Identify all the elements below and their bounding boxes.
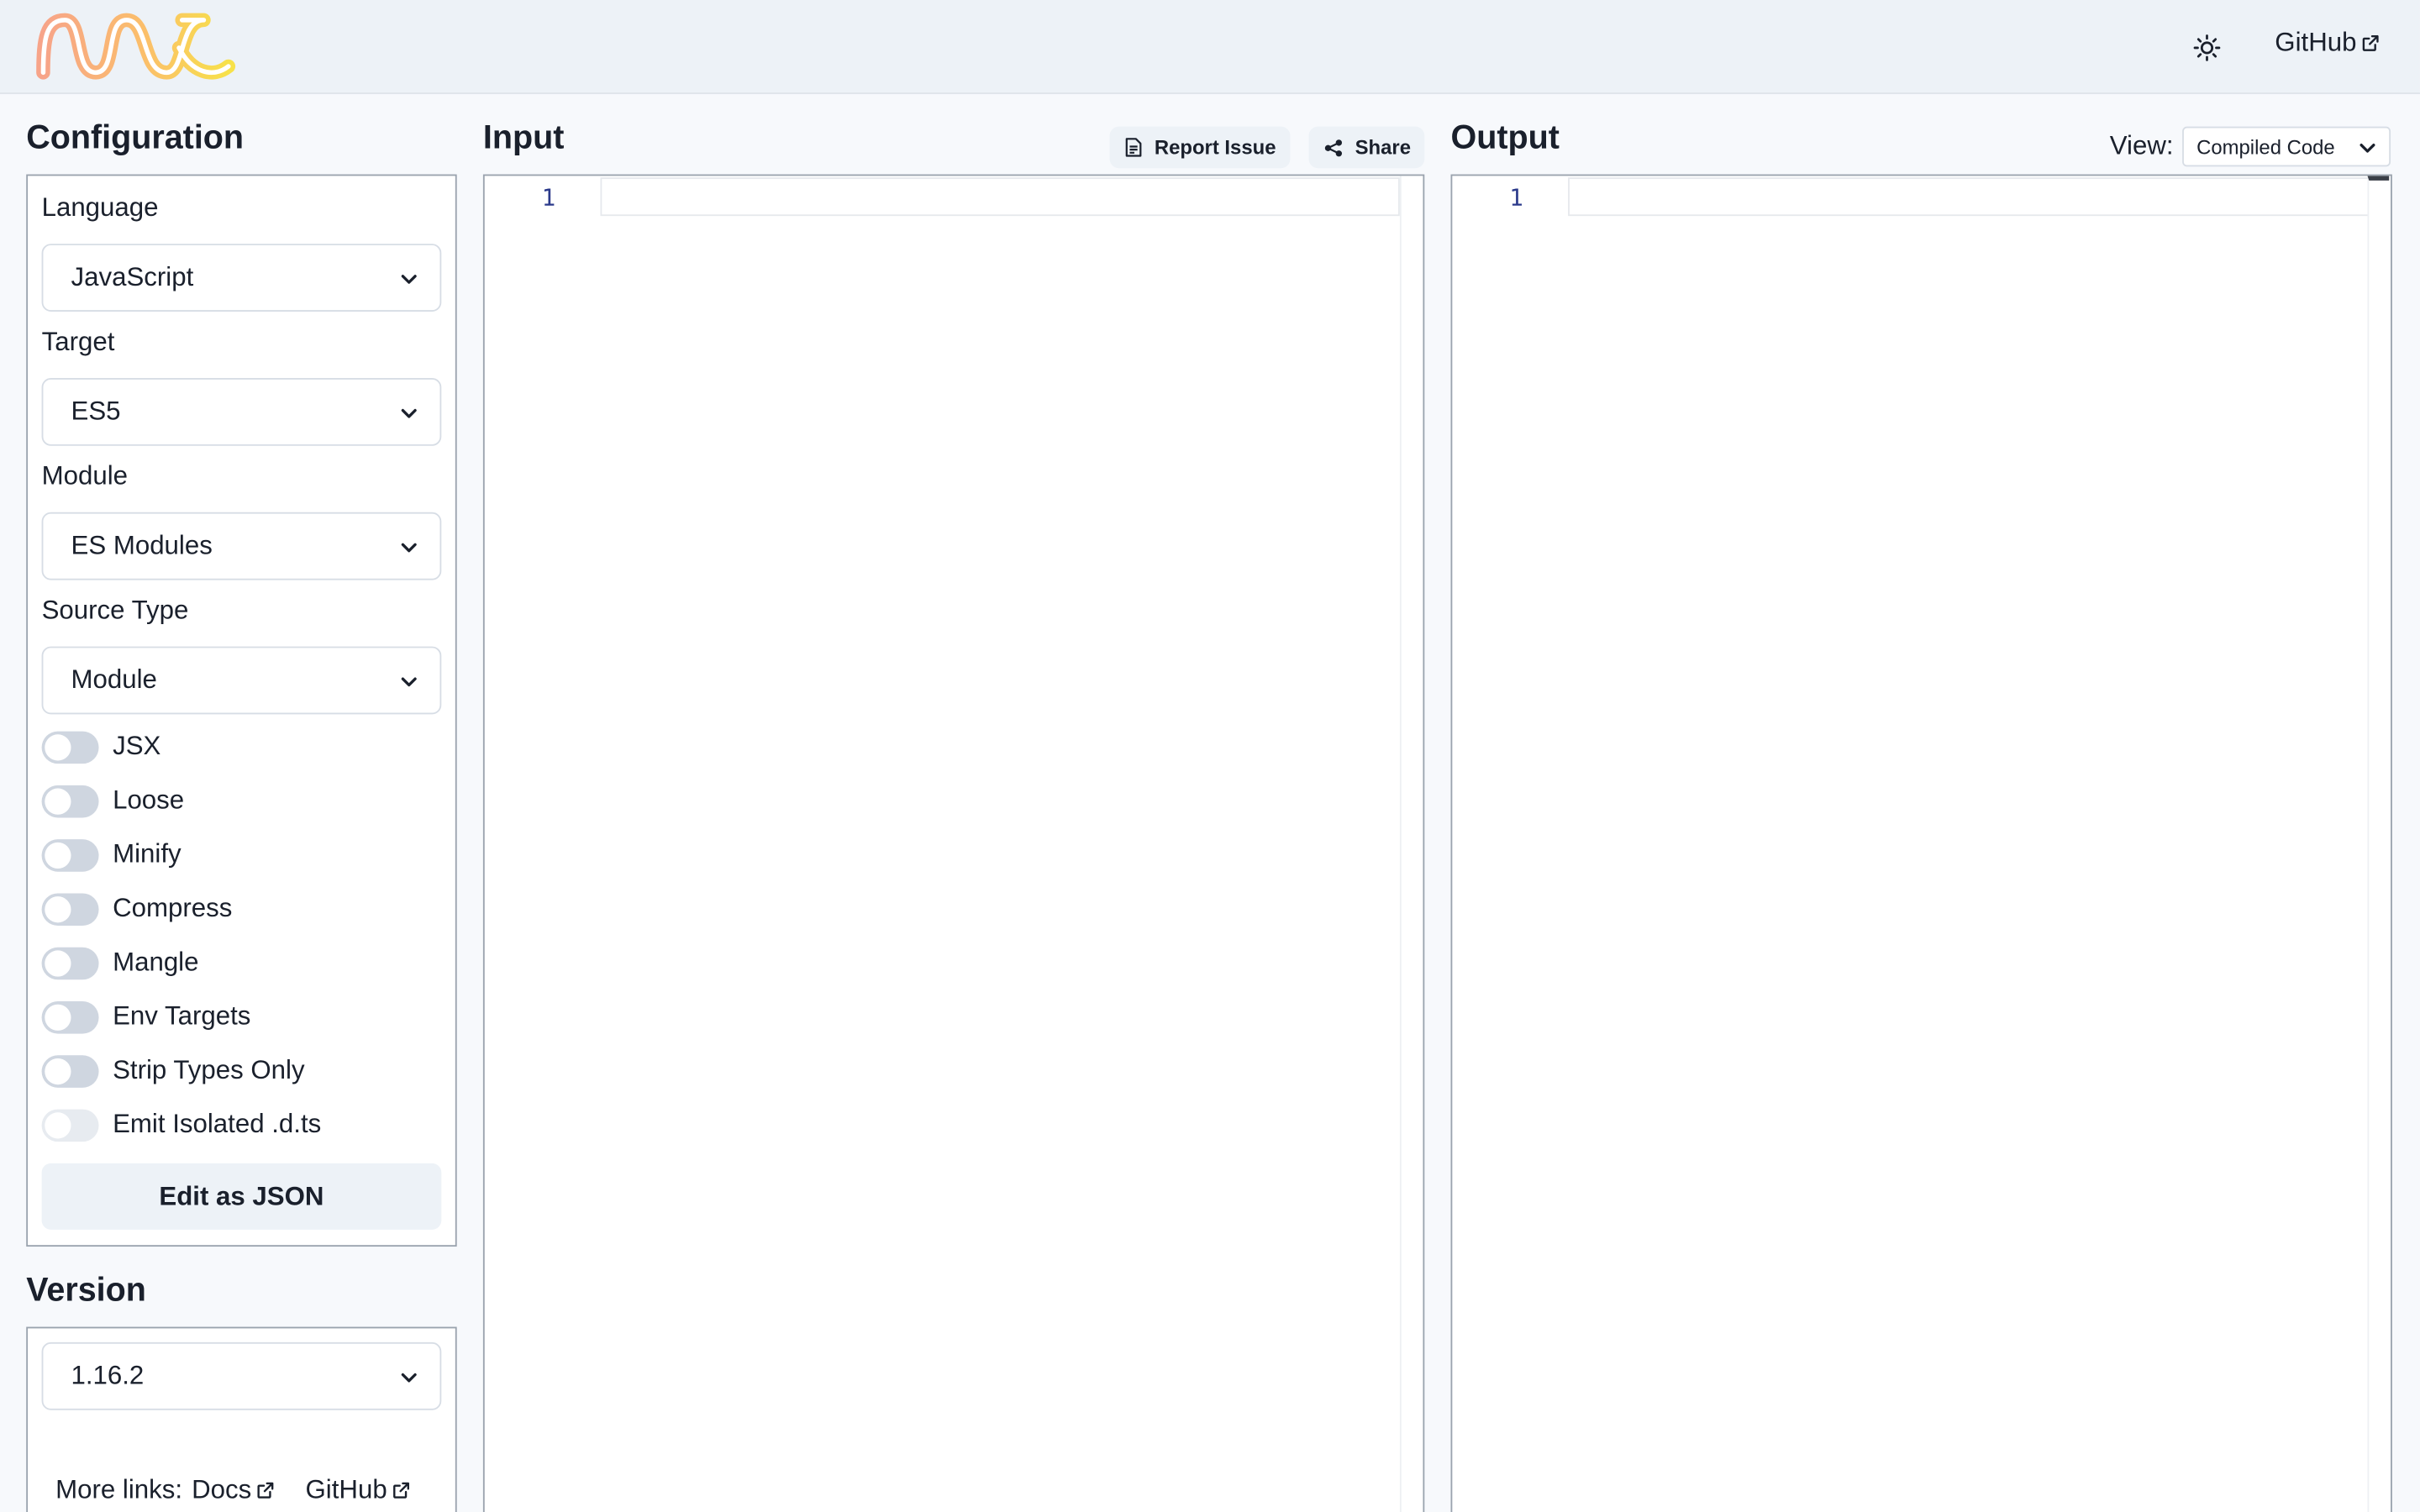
env-targets-toggle[interactable]: Env Targets <box>41 998 251 1035</box>
mangle-toggle[interactable]: Mangle <box>41 944 199 981</box>
swc-logo-icon[interactable] <box>31 11 238 88</box>
toggle-label: Emit Isolated .d.ts <box>113 1109 322 1139</box>
view-select-value: Compiled Code <box>2196 134 2335 159</box>
input-title: Input <box>482 118 565 156</box>
toggle-knob <box>45 949 71 976</box>
docs-link[interactable]: Docs <box>192 1475 275 1506</box>
more-links-label: More links: <box>55 1474 183 1504</box>
view-select[interactable]: Compiled Code <box>2182 126 2391 167</box>
version-title: Version <box>26 1271 146 1309</box>
external-link-icon <box>257 1482 274 1499</box>
language-select[interactable]: JavaScript <box>41 244 442 312</box>
external-link-icon <box>2362 34 2379 51</box>
editor-scrollbar[interactable] <box>2367 176 2390 1512</box>
line-number: 1 <box>541 183 556 212</box>
chevron-down-icon <box>401 543 417 553</box>
version-select-value: 1.16.2 <box>71 1360 145 1390</box>
toggle-switch[interactable] <box>41 1000 99 1033</box>
view-selector: View: Compiled Code <box>2109 126 2391 167</box>
app: GitHub Configuration Language JavaScript… <box>0 0 2420 1512</box>
github-footer-link-label: GitHub <box>305 1474 387 1504</box>
toggle-knob <box>45 1003 71 1030</box>
version-panel: 1.16.2 More links: Docs GitHub <box>26 1326 457 1512</box>
target-select-value: ES5 <box>71 396 121 426</box>
toggle-knob <box>45 733 71 760</box>
share-button[interactable]: Share <box>1308 126 1425 169</box>
toggle-label: Strip Types Only <box>113 1055 305 1085</box>
minify-toggle[interactable]: Minify <box>41 836 182 873</box>
toggle-switch[interactable] <box>41 838 99 871</box>
editor-scrollbar[interactable] <box>1399 176 1422 1512</box>
module-label: Module <box>41 461 129 491</box>
report-issue-label: Report Issue <box>1154 135 1276 160</box>
loose-toggle[interactable]: Loose <box>41 782 185 819</box>
input-editor[interactable]: 1 <box>482 174 1425 1512</box>
chevron-down-icon <box>401 408 417 418</box>
sun-icon <box>2193 34 2221 61</box>
more-links: More links: Docs GitHub <box>55 1475 410 1506</box>
toggle-label: Env Targets <box>113 1001 251 1031</box>
toggle-label: JSX <box>113 731 161 761</box>
compress-toggle[interactable]: Compress <box>41 890 233 927</box>
toggle-knob <box>45 1111 71 1138</box>
external-link-icon <box>392 1482 409 1499</box>
toggle-switch[interactable] <box>41 730 99 764</box>
github-link-label: GitHub <box>2275 28 2357 57</box>
view-label: View: <box>2109 131 2174 161</box>
target-select[interactable]: ES5 <box>41 377 442 446</box>
docs-link-label: Docs <box>192 1474 252 1504</box>
source-type-select-value: Module <box>71 664 157 695</box>
chevron-down-icon <box>401 677 417 687</box>
language-label: Language <box>41 192 159 223</box>
source-type-select[interactable]: Module <box>41 646 442 715</box>
toggle-knob <box>45 895 71 922</box>
top-bar: GitHub <box>0 0 2420 95</box>
chevron-down-icon <box>401 275 417 284</box>
toggle-switch[interactable] <box>41 1108 99 1142</box>
report-issue-button[interactable]: Report Issue <box>1109 126 1291 169</box>
theme-toggle-button[interactable] <box>2184 24 2230 71</box>
configuration-panel: Language JavaScript Target ES5 Module ES… <box>26 174 457 1247</box>
toggle-knob <box>45 841 71 869</box>
emit-isolated-dts-toggle[interactable]: Emit Isolated .d.ts <box>41 1106 322 1143</box>
edit-as-json-button[interactable]: Edit as JSON <box>41 1163 442 1230</box>
file-text-icon <box>1125 138 1142 157</box>
toggle-switch[interactable] <box>41 784 99 817</box>
chevron-down-icon <box>2360 143 2375 153</box>
share-label: Share <box>1355 135 1412 160</box>
language-select-value: JavaScript <box>71 262 194 292</box>
module-select-value: ES Modules <box>71 530 213 560</box>
module-select[interactable]: ES Modules <box>41 512 442 580</box>
chevron-down-icon <box>401 1373 417 1383</box>
current-line-highlight <box>600 177 1400 217</box>
toggle-label: Compress <box>113 893 233 923</box>
output-editor[interactable]: 1 <box>1450 174 2392 1512</box>
share-icon <box>1324 139 1343 156</box>
toggle-label: Mangle <box>113 947 199 977</box>
target-label: Target <box>41 327 115 357</box>
toggle-switch[interactable] <box>41 1054 99 1087</box>
toggle-switch[interactable] <box>41 946 99 979</box>
line-number: 1 <box>1509 183 1523 212</box>
jsx-toggle[interactable]: JSX <box>41 728 161 765</box>
strip-types-only-toggle[interactable]: Strip Types Only <box>41 1053 305 1089</box>
toggle-switch[interactable] <box>41 892 99 926</box>
toggle-label: Minify <box>113 839 182 869</box>
source-type-label: Source Type <box>41 595 189 625</box>
toggle-knob <box>45 1058 71 1084</box>
toggle-knob <box>45 787 71 814</box>
version-select[interactable]: 1.16.2 <box>41 1341 442 1410</box>
current-line-highlight <box>1568 177 2390 217</box>
github-link[interactable]: GitHub <box>2275 28 2380 59</box>
toggle-label: Loose <box>113 785 185 815</box>
github-footer-link[interactable]: GitHub <box>306 1475 411 1506</box>
output-title: Output <box>1450 118 1560 156</box>
configuration-title: Configuration <box>26 118 245 156</box>
